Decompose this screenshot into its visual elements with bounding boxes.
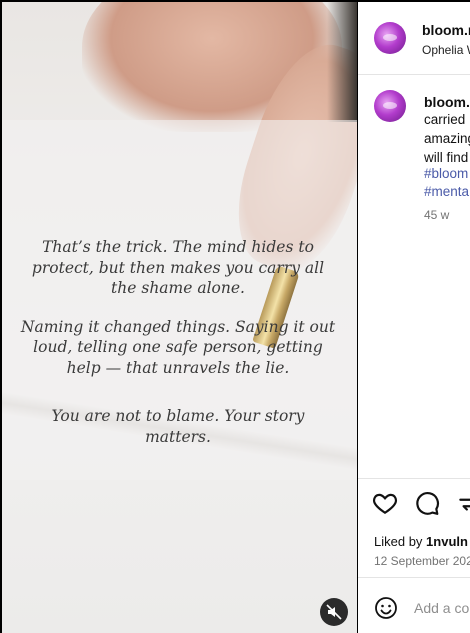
- action-bar: [372, 490, 470, 516]
- likes-user[interactable]: 1nvuln: [426, 534, 468, 549]
- post-media[interactable]: That’s the trick. The mind hides to prot…: [2, 2, 357, 633]
- header-avatar[interactable]: [374, 22, 406, 54]
- comment-icon[interactable]: [414, 490, 440, 516]
- caption-line-2: amazing: [424, 131, 470, 146]
- caption-line-1: carried: [424, 112, 466, 127]
- header-divider: [358, 74, 470, 75]
- muted-speaker-icon: [326, 604, 342, 620]
- quote-line-1: That’s the trick. The mind hides to prot…: [31, 238, 325, 297]
- hashtag-link[interactable]: #bloom: [424, 166, 468, 181]
- caption-username[interactable]: bloom.: [424, 94, 470, 110]
- comment-divider: [358, 577, 470, 578]
- hashtag-link[interactable]: #menta: [424, 184, 469, 199]
- post-date: 12 September 202: [374, 554, 470, 568]
- caption-line-3: will find: [424, 150, 469, 165]
- header-subtitle[interactable]: Ophelia W: [422, 43, 470, 57]
- heart-icon[interactable]: [372, 490, 398, 516]
- likes-summary: Liked by 1nvuln: [374, 534, 468, 549]
- quote-line-3: You are not to blame. Your story matters…: [51, 407, 305, 446]
- post-viewer: That’s the trick. The mind hides to prot…: [0, 0, 470, 633]
- post-quote: That’s the trick. The mind hides to prot…: [18, 237, 338, 465]
- image-shadow: [327, 2, 357, 122]
- likes-prefix: Liked by: [374, 534, 423, 549]
- caption-avatar[interactable]: [374, 90, 406, 122]
- emoji-icon[interactable]: [374, 596, 398, 620]
- quote-line-2: Naming it changed things. Saying it out …: [20, 317, 336, 377]
- post-sidebar: bloom.r Ophelia W bloom. carried amazing…: [358, 2, 470, 633]
- caption-time: 45 w: [424, 208, 450, 222]
- mute-button[interactable]: [320, 598, 348, 626]
- header-username[interactable]: bloom.r: [422, 22, 470, 38]
- comment-input[interactable]: Add a co: [414, 600, 469, 616]
- actions-divider: [358, 478, 470, 479]
- share-icon[interactable]: [456, 490, 470, 516]
